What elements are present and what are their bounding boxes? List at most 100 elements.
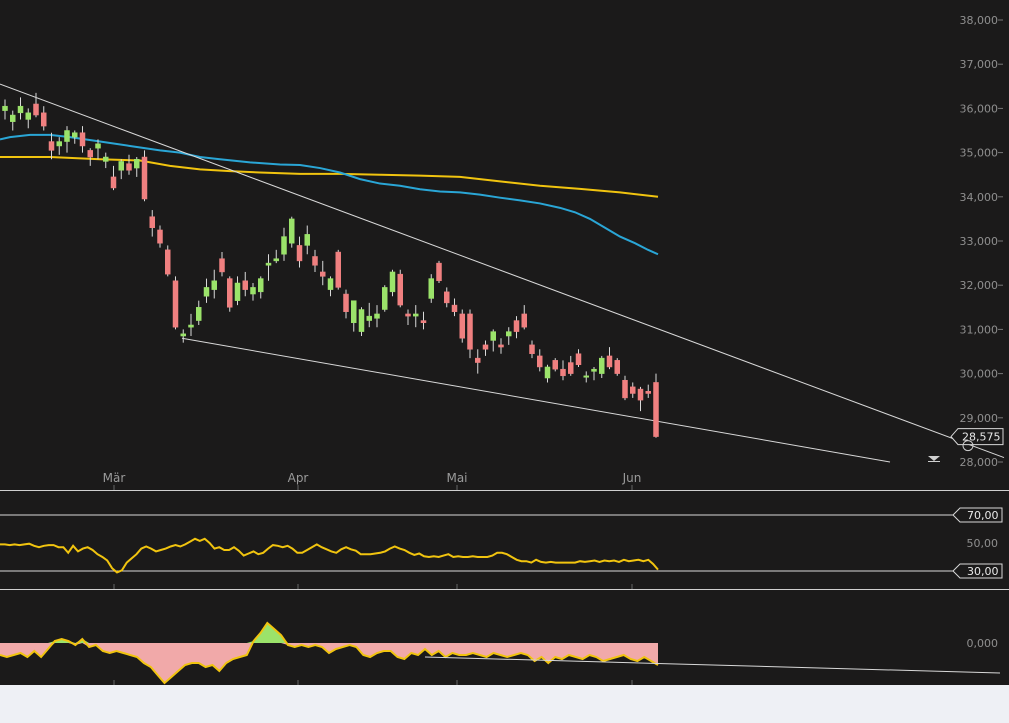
y-tick-label: 30,000 [960,368,999,381]
candle-down [436,262,442,282]
candle-up [211,280,217,290]
y-tick-label: 31,000 [960,323,999,336]
candle-down [296,245,303,262]
candle-down [498,344,504,348]
bottom-toolbar [0,685,1009,723]
candle-up [234,282,241,301]
candle-up [413,313,419,317]
candle-down [521,313,527,328]
candle-up [327,278,334,290]
candle-down [575,353,582,366]
candle-down [653,382,659,437]
candle-down [537,355,543,368]
candle-down [397,273,403,306]
candle-down [141,156,148,200]
candle-down [242,280,248,290]
x-tick-label: Mär [103,471,126,485]
candle-up [118,161,124,171]
candle-down [513,320,520,332]
candle-down [614,360,620,374]
candle-up [506,331,512,337]
candle-down [312,256,318,266]
candle-up [544,366,551,379]
candle-down [343,293,349,312]
candle-down [165,249,171,275]
candle-down [126,163,132,171]
candle-up [273,258,279,262]
candle-down [606,355,613,368]
candle-up [2,105,8,111]
x-tick-label: Apr [288,471,309,485]
y-tick-label: 38,000 [960,14,999,27]
candle-up [134,158,140,169]
y-tick-label: 34,000 [960,191,999,204]
candle-up [382,287,388,310]
candle-down [467,313,473,350]
candle-up [265,262,272,266]
candle-up [250,287,256,295]
candle-down [529,344,535,354]
candle-up [591,368,597,372]
candle-down [41,112,47,127]
candle-down [637,388,644,401]
candle-up [203,287,210,297]
candle-up [281,236,287,255]
candle-down [475,357,481,363]
y-tick-label: 37,000 [960,58,999,71]
y-tick-label: 35,000 [960,147,999,160]
y-tick-label: 28,000 [960,456,999,469]
candle-down [157,229,163,244]
candle-up [389,271,396,293]
candle-up [374,313,380,319]
last-price-label: 28,575 [962,431,1001,444]
x-tick-label: Jun [622,471,642,485]
candle-down [568,362,574,374]
candle-down [227,278,233,308]
candle-up [196,307,202,321]
candle-up [72,132,78,138]
y-tick-label: 33,000 [960,235,999,248]
candle-up [10,114,16,122]
oscillator-tick-label: 0,000 [967,637,999,650]
candle-down [459,313,465,339]
candle-down [560,368,566,377]
candle-up [103,156,109,162]
candle-up [428,278,434,299]
candle-up [95,143,101,149]
rsi-level-label: 30,00 [967,565,999,578]
candle-up [258,278,264,293]
candle-down [110,176,117,189]
candle-up [180,333,186,337]
candle-down [219,258,225,273]
rsi-tick-label: 50,00 [967,537,999,550]
candle-up [188,324,194,328]
candle-down [420,320,427,324]
candle-down [622,379,628,399]
candle-down [320,271,326,277]
x-tick-label: Mai [446,471,467,485]
candle-down [48,141,55,151]
candle-down [482,344,489,350]
y-tick-label: 32,000 [960,279,999,292]
candle-up [599,357,605,374]
candle-up [25,112,31,120]
candle-up [17,105,24,114]
candle-up [351,300,357,324]
candle-down [630,386,636,394]
candle-up [358,309,365,332]
candle-down [172,280,179,328]
candle-up [366,315,372,321]
candle-down [451,304,458,312]
candle-down [645,391,651,394]
candle-up [64,130,70,142]
stock-chart: 38,000 37,000 36,000 35,000 34,000 33,000 32,0… [0,0,1009,723]
candle-up [490,331,496,341]
candle-down [87,150,93,158]
candle-up [304,234,310,246]
candle-down [335,251,341,288]
candle-up [56,141,62,147]
candle-up [289,218,295,244]
candle-down [444,291,450,304]
candle-down [552,360,558,370]
rsi-level-label: 70,00 [967,509,999,522]
